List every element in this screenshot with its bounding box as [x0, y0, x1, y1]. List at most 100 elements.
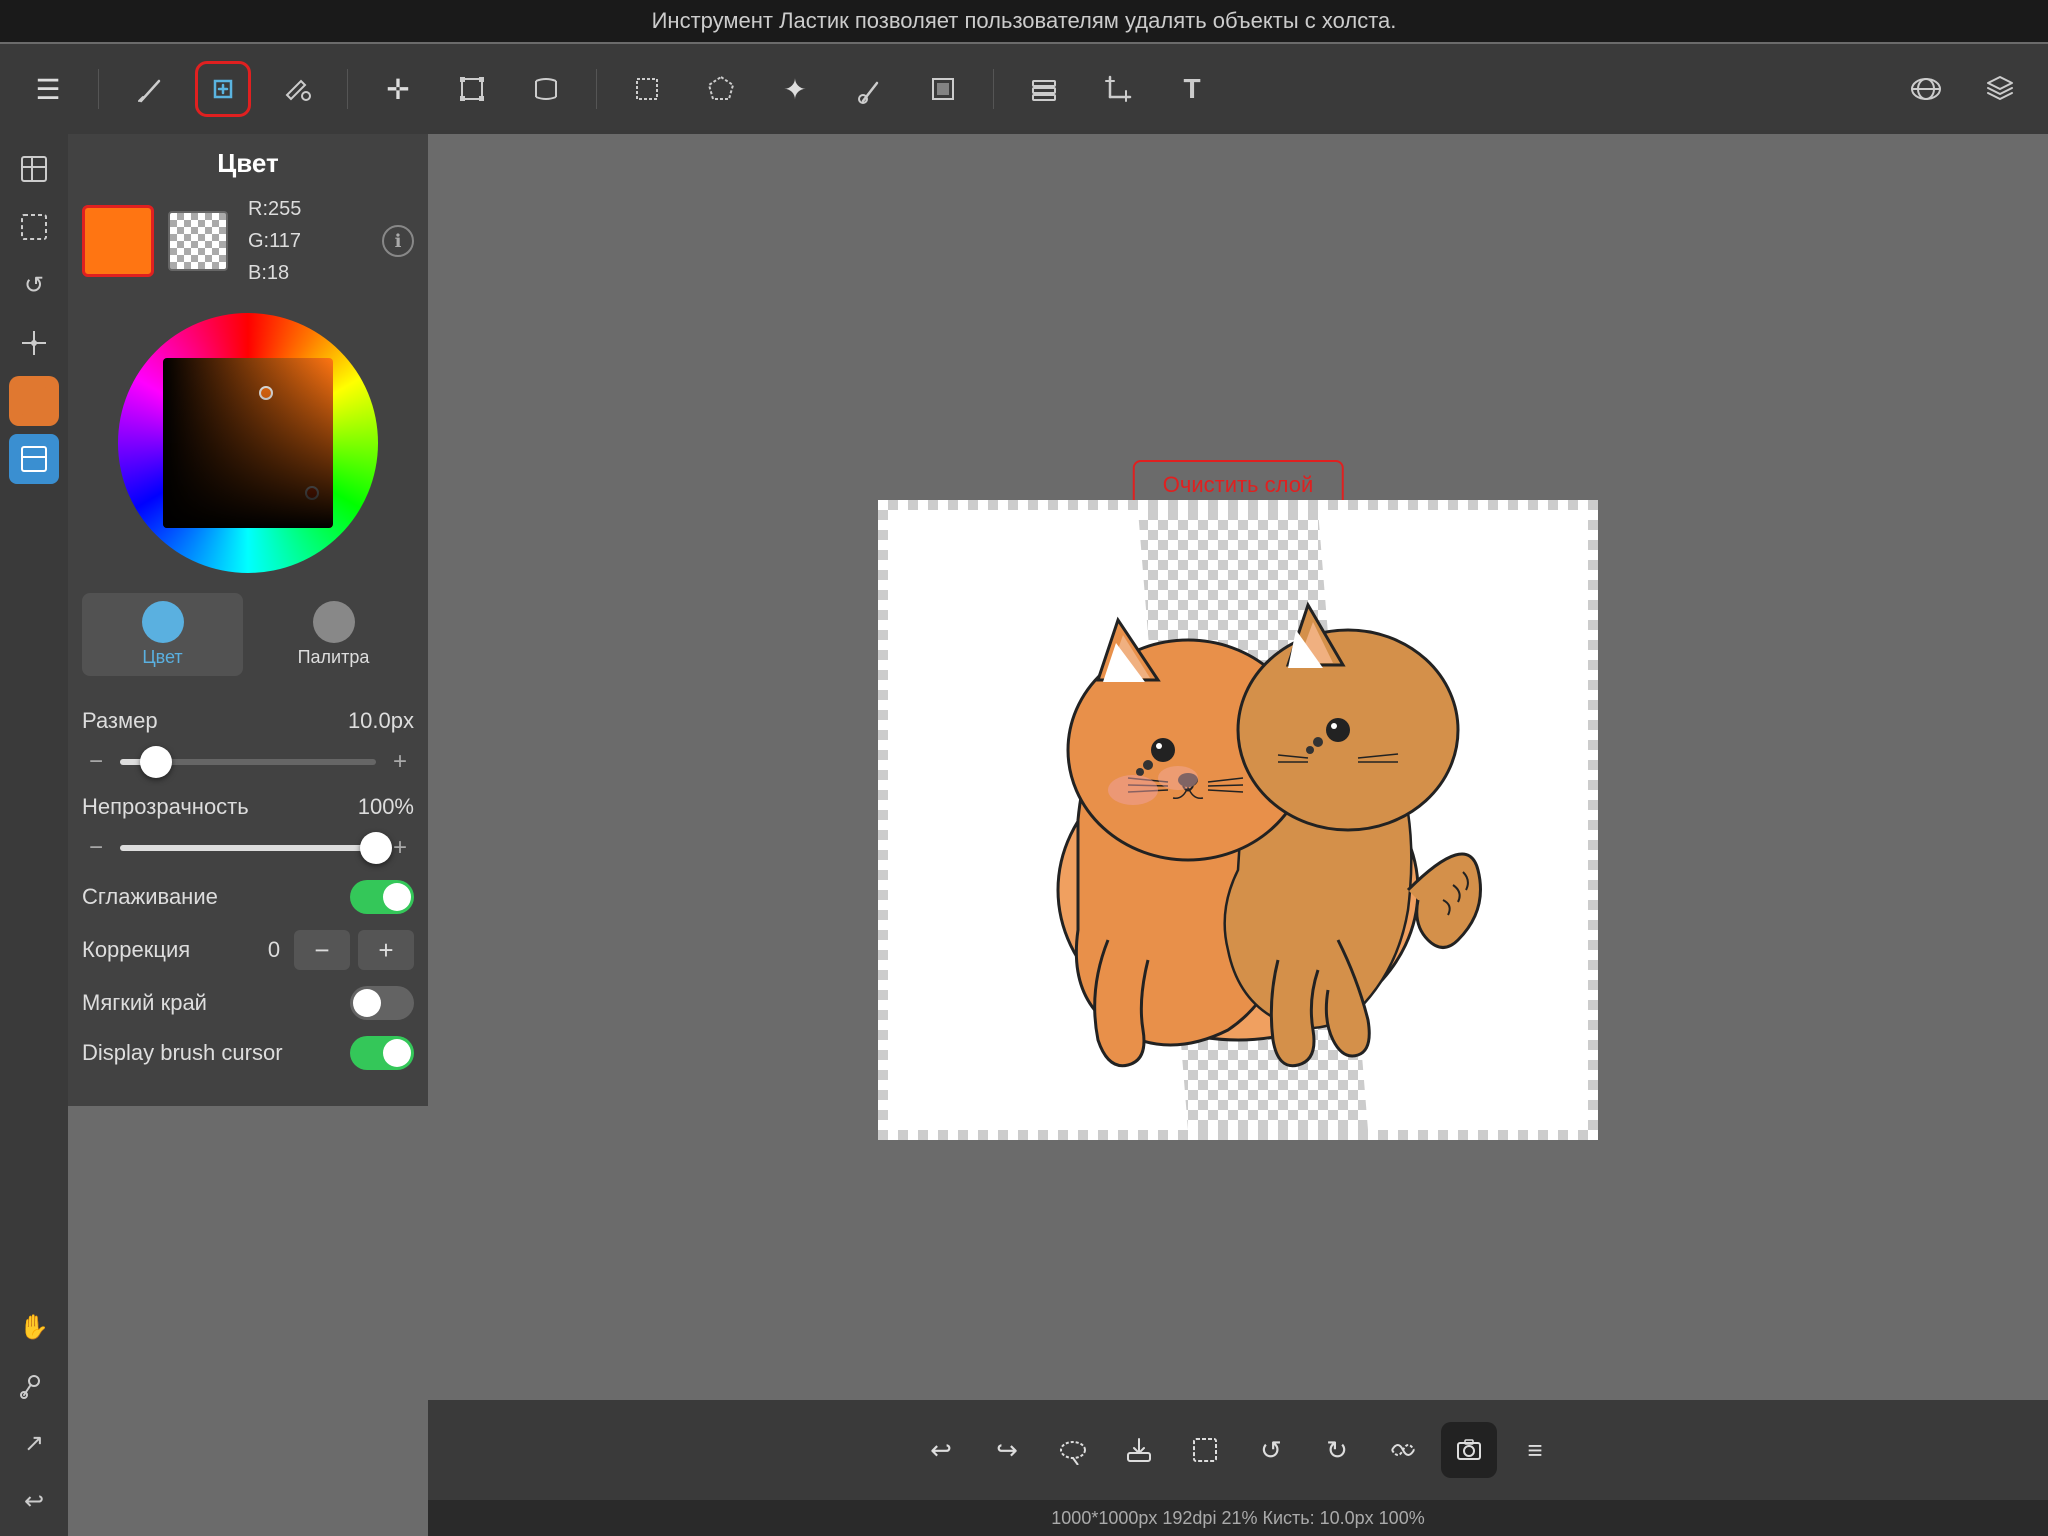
r-value: R:255	[248, 193, 301, 225]
back-button[interactable]: ↩	[9, 1476, 59, 1526]
notification-bar: Инструмент Ластик позволяет пользователя…	[0, 0, 2048, 42]
color-panel-title: Цвет	[68, 134, 428, 193]
size-slider-thumb[interactable]	[140, 746, 172, 778]
color-tab-icon	[142, 601, 184, 643]
size-row: Размер 10.0px	[82, 708, 414, 734]
share-tool-button[interactable]: ↗	[9, 1418, 59, 1468]
opacity-row: Непрозрачность 100%	[82, 794, 414, 820]
hand-tool-button[interactable]: ✋	[9, 1302, 59, 1352]
opacity-slider-thumb[interactable]	[360, 832, 392, 864]
flip-button[interactable]	[1375, 1422, 1431, 1478]
palette-tab-label: Палитра	[298, 647, 370, 668]
color-wheel-wrap[interactable]	[118, 313, 378, 573]
canvas-area: Очистить слой	[428, 134, 2048, 1436]
opacity-value: 100%	[344, 794, 414, 820]
color-panel: Цвет R:255 G:117 B:18 ℹ Цвет Палитра	[68, 134, 428, 696]
soft-edge-row: Мягкий край	[82, 986, 414, 1020]
smoothing-label: Сглаживание	[82, 884, 350, 910]
toolbar-sep-2	[347, 69, 348, 109]
text-icon: T	[1183, 73, 1200, 105]
move-button[interactable]: ✛	[370, 61, 426, 117]
color-swatches: R:255 G:117 B:18 ℹ	[68, 193, 428, 303]
save-button[interactable]	[1111, 1422, 1167, 1478]
tab-palette[interactable]: Палитра	[253, 593, 414, 676]
text-button[interactable]: T	[1164, 61, 1220, 117]
display-brush-cursor-label: Display brush cursor	[82, 1040, 350, 1066]
smoothing-row: Сглаживание	[82, 880, 414, 914]
selection-panel-button[interactable]	[9, 202, 59, 252]
toolbar-sep-4	[993, 69, 994, 109]
rotate-tool-button[interactable]: ↺	[9, 260, 59, 310]
primary-color-swatch[interactable]	[82, 205, 154, 277]
paint-button[interactable]	[915, 61, 971, 117]
correction-minus-btn[interactable]: −	[294, 930, 350, 970]
opacity-minus[interactable]: −	[82, 834, 110, 862]
share-button[interactable]	[1898, 61, 1954, 117]
select-rect-bottom-button[interactable]	[1177, 1422, 1233, 1478]
correction-buttons: − +	[294, 930, 414, 970]
notification-text: Инструмент Ластик позволяет пользователя…	[652, 8, 1397, 33]
soft-edge-toggle[interactable]	[350, 986, 414, 1020]
lasso-button[interactable]	[1045, 1422, 1101, 1478]
display-brush-cursor-row: Display brush cursor	[82, 1036, 414, 1070]
opacity-slider-track[interactable]	[120, 845, 376, 851]
size-plus[interactable]: +	[386, 748, 414, 776]
status-bar: 1000*1000px 192dpi 21% Кисть: 10.0px 100…	[428, 1500, 2048, 1536]
correction-plus-btn[interactable]: +	[358, 930, 414, 970]
color-pick-button[interactable]	[841, 61, 897, 117]
select-rect-button[interactable]	[619, 61, 675, 117]
rgb-values: R:255 G:117 B:18	[248, 193, 301, 289]
rotate-ccw-button[interactable]: ↺	[1243, 1422, 1299, 1478]
display-brush-cursor-toggle[interactable]	[350, 1036, 414, 1070]
fill-tool-button[interactable]	[269, 61, 325, 117]
color-info-button[interactable]: ℹ	[382, 225, 414, 257]
bottom-toolbar: ↩ ↪ ↺ ↻ ≡	[428, 1400, 2048, 1500]
secondary-color-swatch[interactable]	[168, 211, 228, 271]
canvas[interactable]	[878, 500, 1598, 1140]
size-label: Размер	[82, 708, 344, 734]
transform-button[interactable]	[444, 61, 500, 117]
redo-button[interactable]: ↪	[979, 1422, 1035, 1478]
cat-artwork-svg	[888, 510, 1588, 1130]
opacity-slider-row: − +	[82, 834, 414, 862]
more-menu-button[interactable]: ≡	[1507, 1422, 1563, 1478]
eyedropper-button[interactable]	[9, 1360, 59, 1410]
palette-tab-icon	[313, 601, 355, 643]
size-minus[interactable]: −	[82, 748, 110, 776]
status-text: 1000*1000px 192dpi 21% Кисть: 10.0px 100…	[1051, 1508, 1424, 1529]
color-tab-label: Цвет	[142, 647, 182, 668]
color-gradient-square[interactable]	[163, 358, 333, 528]
toolbar-sep-1	[98, 69, 99, 109]
color-picker-dot-bottom[interactable]	[305, 486, 319, 500]
warp-button[interactable]	[518, 61, 574, 117]
b-value: B:18	[248, 257, 301, 289]
opacity-slider-fill	[120, 845, 376, 851]
size-value: 10.0px	[344, 708, 414, 734]
menu-button[interactable]: ☰	[20, 61, 76, 117]
brush-color-button[interactable]	[9, 376, 59, 426]
undo-button[interactable]: ↩	[913, 1422, 969, 1478]
crop-button[interactable]	[1090, 61, 1146, 117]
correction-value: 0	[254, 937, 294, 963]
select-free-button[interactable]	[693, 61, 749, 117]
camera-button[interactable]	[1441, 1422, 1497, 1478]
pencil-tool-button[interactable]	[121, 61, 177, 117]
layers-panel-button[interactable]	[9, 144, 59, 194]
layers-button[interactable]	[1016, 61, 1072, 117]
rotate-cw-button[interactable]: ↻	[1309, 1422, 1365, 1478]
color-picker-dot-top[interactable]	[259, 386, 273, 400]
layer-button-2[interactable]	[9, 434, 59, 484]
g-value: G:117	[248, 225, 301, 257]
left-sidebar: ↺ ✋ ↗ ↩	[0, 134, 68, 1536]
magic-select-button[interactable]: ✦	[767, 61, 823, 117]
smoothing-toggle[interactable]	[350, 880, 414, 914]
tab-color[interactable]: Цвет	[82, 593, 243, 676]
size-slider-track[interactable]	[120, 759, 376, 765]
guides-button[interactable]	[9, 318, 59, 368]
smoothing-toggle-knob	[383, 883, 411, 911]
color-wheel-area[interactable]	[68, 303, 428, 583]
layer-stack-button[interactable]	[1972, 61, 2028, 117]
eraser-tool-button[interactable]	[195, 61, 251, 117]
soft-edge-toggle-knob	[353, 989, 381, 1017]
soft-edge-label: Мягкий край	[82, 990, 350, 1016]
